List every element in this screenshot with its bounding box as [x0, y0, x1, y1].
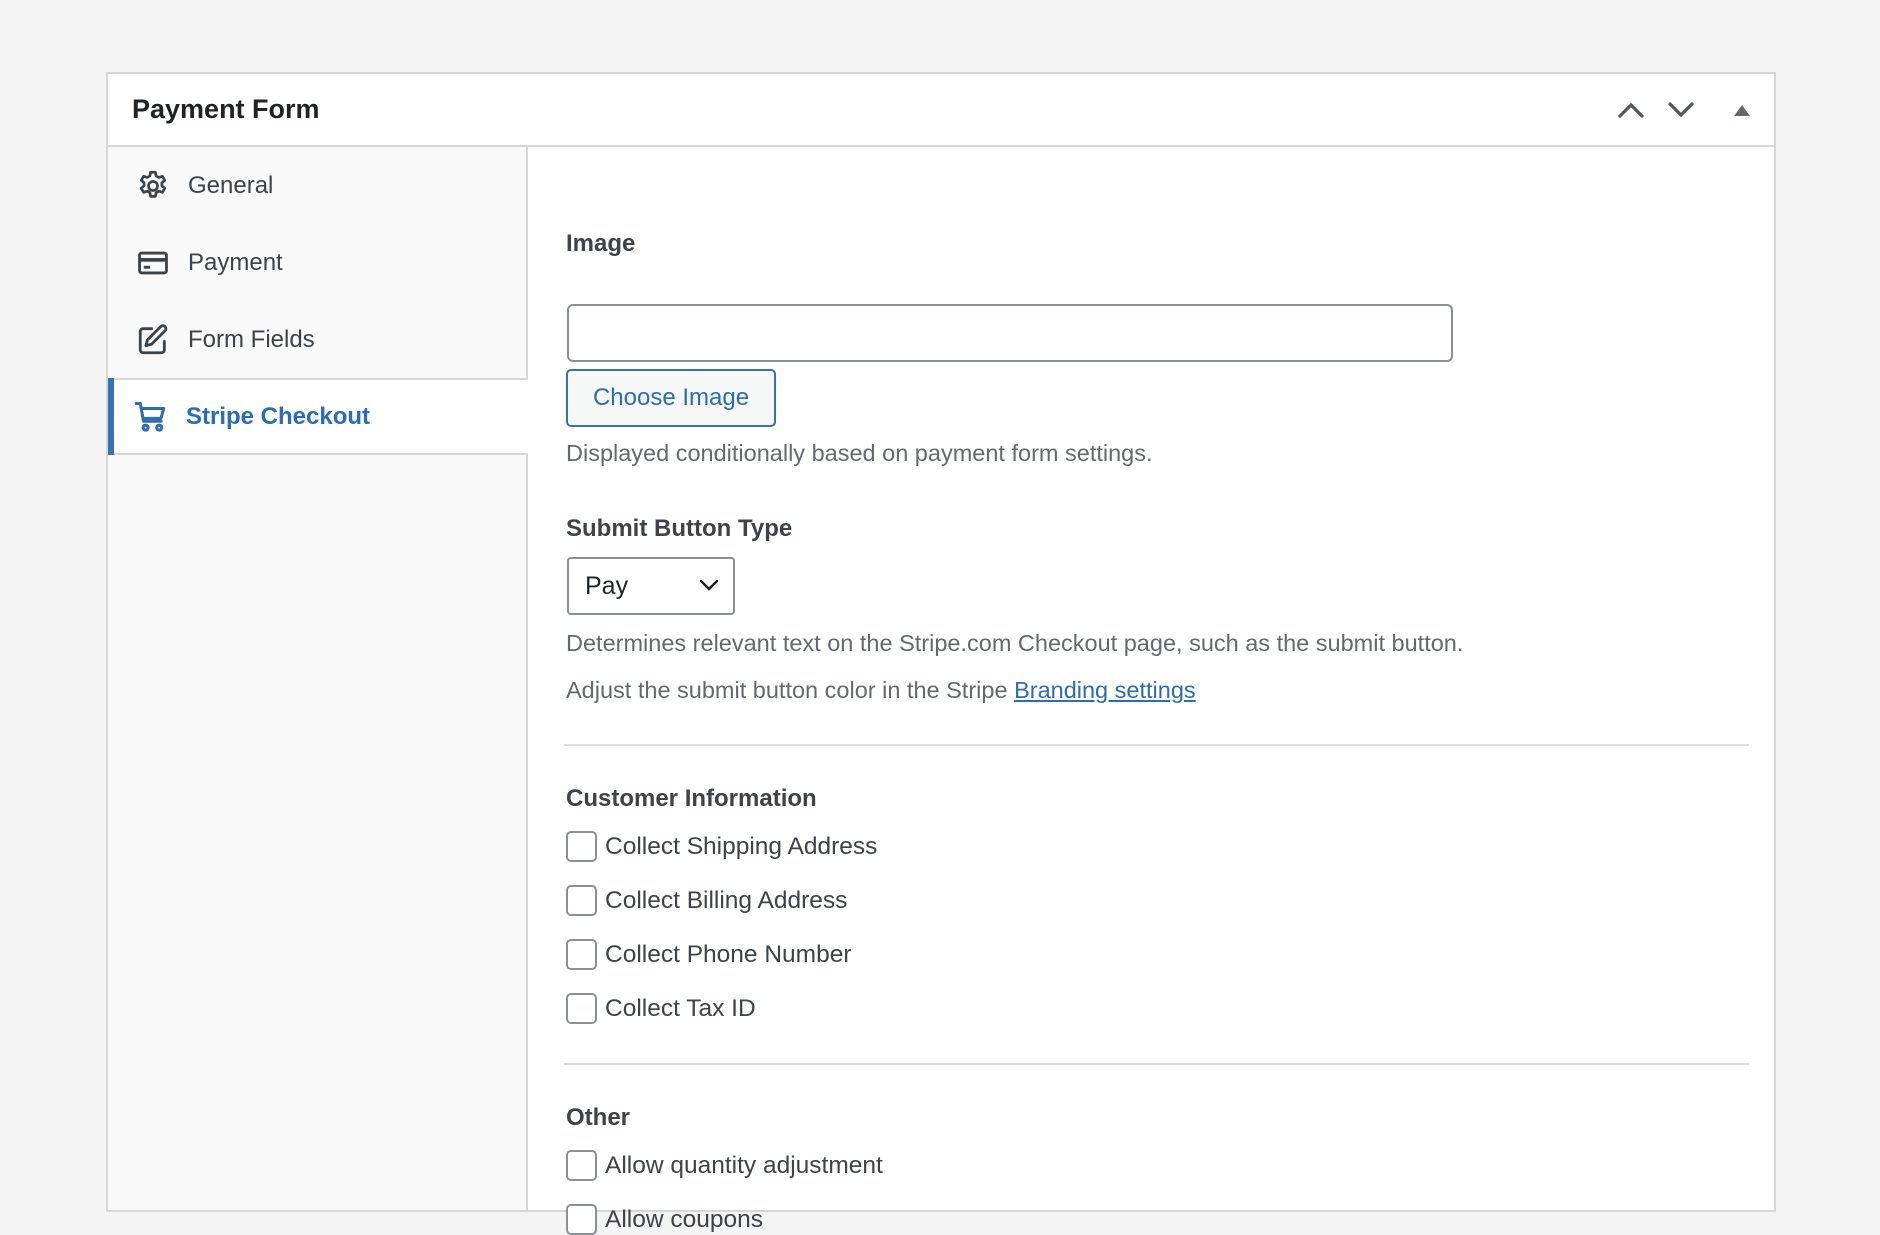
allow-quantity-adjustment-checkbox[interactable]: [566, 1150, 597, 1181]
payment-form-panel: Payment Form General Payment Form Fields…: [106, 72, 1776, 1235]
collect-tax-id-option[interactable]: Collect Tax ID: [566, 993, 756, 1024]
submit-button-type-label: Submit Button Type: [566, 515, 793, 542]
move-down-button[interactable]: [1663, 92, 1699, 128]
option-label: Collect Billing Address: [605, 886, 848, 914]
option-label: Allow coupons: [605, 1205, 763, 1233]
chevron-down-icon: [1668, 102, 1694, 118]
cart-icon: [134, 400, 168, 434]
collect-shipping-address-checkbox[interactable]: [566, 831, 597, 862]
section-divider: [564, 1063, 1749, 1065]
allow-coupons-checkbox[interactable]: [566, 1204, 597, 1235]
settings-sidebar: General Payment Form Fields Stripe Check…: [108, 147, 528, 1210]
option-label: Collect Phone Number: [605, 940, 852, 968]
submit-type-help-text: Determines relevant text on the Stripe.c…: [566, 630, 1464, 656]
tab-general[interactable]: General: [108, 147, 526, 224]
triangle-up-icon: [1734, 105, 1750, 116]
image-label: Image: [566, 230, 636, 257]
branding-help-text: Adjust the submit button color in the St…: [566, 677, 1196, 704]
panel-header: Payment Form: [108, 74, 1774, 147]
collect-billing-address-option[interactable]: Collect Billing Address: [566, 885, 847, 916]
image-url-input[interactable]: [567, 304, 1453, 362]
choose-image-button[interactable]: Choose Image: [566, 369, 776, 427]
customer-information-heading: Customer Information: [566, 785, 817, 812]
tab-label: Stripe Checkout: [186, 402, 371, 430]
branding-help-prefix: Adjust the submit button color in the St…: [566, 677, 1015, 703]
section-divider: [564, 744, 1749, 746]
tab-payment[interactable]: Payment: [108, 224, 526, 301]
selected-value: Pay: [585, 571, 629, 600]
collect-tax-id-checkbox[interactable]: [566, 993, 597, 1024]
gear-icon: [136, 169, 170, 203]
collect-phone-number-option[interactable]: Collect Phone Number: [566, 939, 851, 970]
credit-card-icon: [136, 246, 170, 280]
chevron-up-icon: [1618, 102, 1644, 118]
edit-icon: [136, 323, 170, 357]
image-help-text: Displayed conditionally based on payment…: [566, 440, 1153, 466]
other-heading: Other: [566, 1104, 631, 1131]
collect-billing-address-checkbox[interactable]: [566, 885, 597, 916]
toggle-panel-button[interactable]: [1724, 92, 1760, 128]
tab-form-fields[interactable]: Form Fields: [108, 301, 526, 378]
move-up-button[interactable]: [1613, 92, 1649, 128]
allow-quantity-adjustment-option[interactable]: Allow quantity adjustment: [566, 1150, 883, 1181]
option-label: Allow quantity adjustment: [605, 1151, 883, 1179]
branding-settings-link[interactable]: Branding settings: [1014, 677, 1196, 703]
tab-stripe-checkout[interactable]: Stripe Checkout: [108, 378, 528, 455]
allow-coupons-option[interactable]: Allow coupons: [566, 1204, 763, 1235]
tab-label: Form Fields: [188, 325, 315, 353]
option-label: Collect Shipping Address: [605, 832, 878, 860]
tab-label: General: [188, 171, 274, 199]
panel-title: Payment Form: [132, 94, 320, 124]
chevron-down-icon: [699, 579, 719, 591]
tab-label: Payment: [188, 248, 283, 276]
submit-button-type-select[interactable]: Pay: [567, 557, 735, 615]
collect-phone-number-checkbox[interactable]: [566, 939, 597, 970]
collect-shipping-address-option[interactable]: Collect Shipping Address: [566, 831, 877, 862]
option-label: Collect Tax ID: [605, 994, 756, 1022]
stripe-checkout-settings: Image Choose Image Displayed conditional…: [528, 147, 1774, 1235]
